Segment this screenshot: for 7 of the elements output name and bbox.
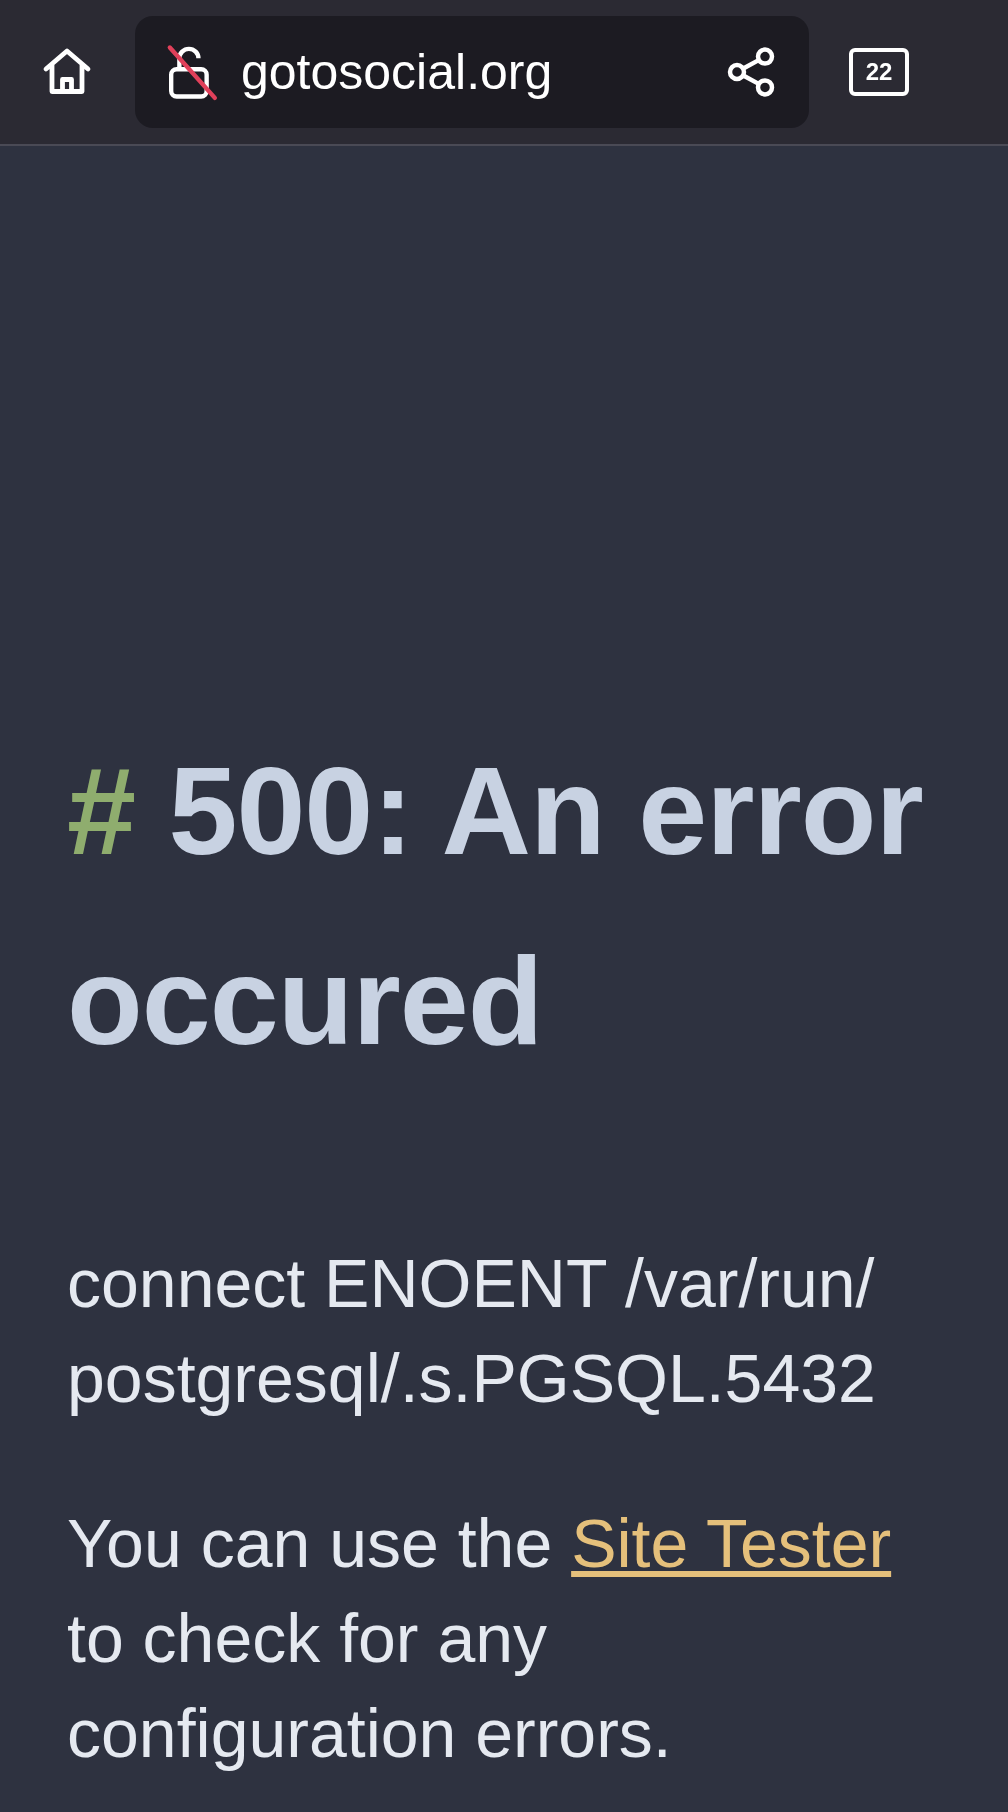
error-heading: # 500: An error occured: [67, 741, 924, 1072]
tab-count-button[interactable]: 22: [849, 48, 909, 96]
error-message: connect ENOENT /var/run/ postgresql/.s.PGSQL.5432: [67, 1244, 877, 1418]
url-text: gotosocial.org: [241, 43, 554, 101]
address-bar[interactable]: gotosocial.org: [135, 16, 809, 128]
site-tester-link[interactable]: Site Tester: [571, 1505, 892, 1581]
hint-text: You can use the Site Tester to check for any configuration errors.: [67, 1504, 893, 1773]
